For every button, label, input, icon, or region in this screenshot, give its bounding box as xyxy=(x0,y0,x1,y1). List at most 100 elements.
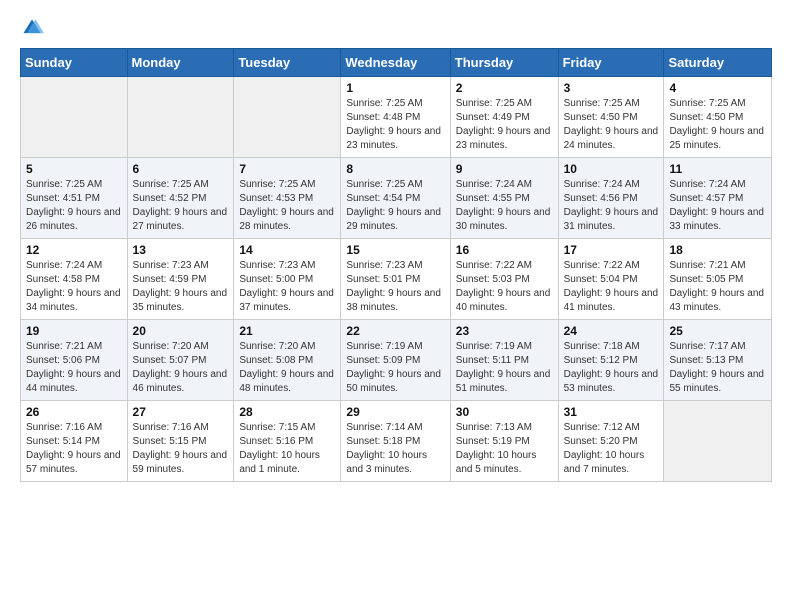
day-info: Sunrise: 7:22 AM Sunset: 5:04 PM Dayligh… xyxy=(564,259,659,315)
day-info: Sunrise: 7:25 AM Sunset: 4:54 PM Dayligh… xyxy=(346,178,444,234)
calendar-cell: 2 Sunrise: 7:25 AM Sunset: 4:49 PM Daylig… xyxy=(450,77,558,158)
week-row-4: 19 Sunrise: 7:21 AM Sunset: 5:06 PM Dayli… xyxy=(21,320,772,401)
day-info: Sunrise: 7:22 AM Sunset: 5:03 PM Dayligh… xyxy=(456,259,553,315)
calendar-cell: 4 Sunrise: 7:25 AM Sunset: 4:50 PM Daylig… xyxy=(664,77,772,158)
day-number: 8 xyxy=(346,162,444,176)
weekday-header-wednesday: Wednesday xyxy=(341,49,450,77)
weekday-header-sunday: Sunday xyxy=(21,49,128,77)
day-info: Sunrise: 7:25 AM Sunset: 4:49 PM Dayligh… xyxy=(456,97,553,153)
calendar-cell: 25 Sunrise: 7:17 AM Sunset: 5:13 PM Dayli… xyxy=(664,320,772,401)
day-info: Sunrise: 7:19 AM Sunset: 5:11 PM Dayligh… xyxy=(456,340,553,396)
weekday-header-thursday: Thursday xyxy=(450,49,558,77)
week-row-5: 26 Sunrise: 7:16 AM Sunset: 5:14 PM Dayli… xyxy=(21,401,772,482)
calendar-cell: 10 Sunrise: 7:24 AM Sunset: 4:56 PM Dayli… xyxy=(558,158,664,239)
day-number: 2 xyxy=(456,81,553,95)
day-number: 23 xyxy=(456,324,553,338)
calendar-cell: 22 Sunrise: 7:19 AM Sunset: 5:09 PM Dayli… xyxy=(341,320,450,401)
calendar-cell: 16 Sunrise: 7:22 AM Sunset: 5:03 PM Dayli… xyxy=(450,239,558,320)
day-info: Sunrise: 7:23 AM Sunset: 5:01 PM Dayligh… xyxy=(346,259,444,315)
day-info: Sunrise: 7:21 AM Sunset: 5:06 PM Dayligh… xyxy=(26,340,122,396)
day-info: Sunrise: 7:16 AM Sunset: 5:15 PM Dayligh… xyxy=(133,421,229,477)
day-info: Sunrise: 7:12 AM Sunset: 5:20 PM Dayligh… xyxy=(564,421,659,477)
logo-icon xyxy=(20,16,44,40)
weekday-header-monday: Monday xyxy=(127,49,234,77)
weekday-header-row: SundayMondayTuesdayWednesdayThursdayFrid… xyxy=(21,49,772,77)
calendar-cell: 8 Sunrise: 7:25 AM Sunset: 4:54 PM Daylig… xyxy=(341,158,450,239)
day-info: Sunrise: 7:19 AM Sunset: 5:09 PM Dayligh… xyxy=(346,340,444,396)
day-info: Sunrise: 7:24 AM Sunset: 4:56 PM Dayligh… xyxy=(564,178,659,234)
calendar-cell: 7 Sunrise: 7:25 AM Sunset: 4:53 PM Daylig… xyxy=(234,158,341,239)
calendar-cell: 17 Sunrise: 7:22 AM Sunset: 5:04 PM Dayli… xyxy=(558,239,664,320)
calendar-cell: 19 Sunrise: 7:21 AM Sunset: 5:06 PM Dayli… xyxy=(21,320,128,401)
day-info: Sunrise: 7:25 AM Sunset: 4:50 PM Dayligh… xyxy=(564,97,659,153)
week-row-3: 12 Sunrise: 7:24 AM Sunset: 4:58 PM Dayli… xyxy=(21,239,772,320)
day-number: 19 xyxy=(26,324,122,338)
day-number: 4 xyxy=(669,81,766,95)
header xyxy=(20,16,772,40)
day-number: 22 xyxy=(346,324,444,338)
calendar-cell: 15 Sunrise: 7:23 AM Sunset: 5:01 PM Dayli… xyxy=(341,239,450,320)
calendar-cell xyxy=(234,77,341,158)
day-number: 12 xyxy=(26,243,122,257)
day-info: Sunrise: 7:24 AM Sunset: 4:58 PM Dayligh… xyxy=(26,259,122,315)
day-info: Sunrise: 7:14 AM Sunset: 5:18 PM Dayligh… xyxy=(346,421,444,477)
day-number: 27 xyxy=(133,405,229,419)
calendar-cell: 9 Sunrise: 7:24 AM Sunset: 4:55 PM Daylig… xyxy=(450,158,558,239)
calendar-cell: 11Sunrise: 7:24 AM Sunset: 4:57 PM Dayli… xyxy=(664,158,772,239)
day-info: Sunrise: 7:21 AM Sunset: 5:05 PM Dayligh… xyxy=(669,259,766,315)
day-info: Sunrise: 7:20 AM Sunset: 5:08 PM Dayligh… xyxy=(239,340,335,396)
day-number: 11 xyxy=(669,162,766,176)
day-number: 14 xyxy=(239,243,335,257)
day-number: 16 xyxy=(456,243,553,257)
weekday-header-tuesday: Tuesday xyxy=(234,49,341,77)
calendar-cell: 6Sunrise: 7:25 AM Sunset: 4:52 PM Daylig… xyxy=(127,158,234,239)
day-number: 28 xyxy=(239,405,335,419)
calendar-cell: 26 Sunrise: 7:16 AM Sunset: 5:14 PM Dayli… xyxy=(21,401,128,482)
day-info: Sunrise: 7:20 AM Sunset: 5:07 PM Dayligh… xyxy=(133,340,229,396)
day-number: 29 xyxy=(346,405,444,419)
day-number: 25 xyxy=(669,324,766,338)
page: SundayMondayTuesdayWednesdayThursdayFrid… xyxy=(0,0,792,492)
day-info: Sunrise: 7:25 AM Sunset: 4:50 PM Dayligh… xyxy=(669,97,766,153)
day-info: Sunrise: 7:15 AM Sunset: 5:16 PM Dayligh… xyxy=(239,421,335,477)
day-info: Sunrise: 7:25 AM Sunset: 4:53 PM Dayligh… xyxy=(239,178,335,234)
week-row-2: 5 Sunrise: 7:25 AM Sunset: 4:51 PM Daylig… xyxy=(21,158,772,239)
day-number: 17 xyxy=(564,243,659,257)
day-info: Sunrise: 7:23 AM Sunset: 4:59 PM Dayligh… xyxy=(133,259,229,315)
day-number: 24 xyxy=(564,324,659,338)
weekday-header-friday: Friday xyxy=(558,49,664,77)
day-info: Sunrise: 7:24 AM Sunset: 4:55 PM Dayligh… xyxy=(456,178,553,234)
calendar-cell: 14 Sunrise: 7:23 AM Sunset: 5:00 PM Dayli… xyxy=(234,239,341,320)
day-info: Sunrise: 7:13 AM Sunset: 5:19 PM Dayligh… xyxy=(456,421,553,477)
day-number: 20 xyxy=(133,324,229,338)
weekday-header-saturday: Saturday xyxy=(664,49,772,77)
day-info: Sunrise: 7:23 AM Sunset: 5:00 PM Dayligh… xyxy=(239,259,335,315)
day-number: 7 xyxy=(239,162,335,176)
day-number: 6 xyxy=(133,162,229,176)
calendar-cell: 27 Sunrise: 7:16 AM Sunset: 5:15 PM Dayli… xyxy=(127,401,234,482)
day-number: 18 xyxy=(669,243,766,257)
day-number: 3 xyxy=(564,81,659,95)
day-number: 31 xyxy=(564,405,659,419)
day-number: 15 xyxy=(346,243,444,257)
logo xyxy=(20,16,48,40)
day-number: 26 xyxy=(26,405,122,419)
day-number: 10 xyxy=(564,162,659,176)
day-info: Sunrise: 7:25 AM Sunset: 4:48 PM Dayligh… xyxy=(346,97,444,153)
calendar: SundayMondayTuesdayWednesdayThursdayFrid… xyxy=(20,48,772,482)
day-number: 30 xyxy=(456,405,553,419)
day-number: 5 xyxy=(26,162,122,176)
calendar-cell: 24 Sunrise: 7:18 AM Sunset: 5:12 PM Dayli… xyxy=(558,320,664,401)
day-number: 9 xyxy=(456,162,553,176)
calendar-cell: 30 Sunrise: 7:13 AM Sunset: 5:19 PM Dayli… xyxy=(450,401,558,482)
day-info: Sunrise: 7:16 AM Sunset: 5:14 PM Dayligh… xyxy=(26,421,122,477)
day-info: Sunrise: 7:25 AM Sunset: 4:51 PM Dayligh… xyxy=(26,178,122,234)
day-info: Sunrise: 7:17 AM Sunset: 5:13 PM Dayligh… xyxy=(669,340,766,396)
day-info: Sunrise: 7:18 AM Sunset: 5:12 PM Dayligh… xyxy=(564,340,659,396)
calendar-cell: 18 Sunrise: 7:21 AM Sunset: 5:05 PM Dayli… xyxy=(664,239,772,320)
calendar-cell xyxy=(21,77,128,158)
day-number: 21 xyxy=(239,324,335,338)
calendar-cell: 5 Sunrise: 7:25 AM Sunset: 4:51 PM Daylig… xyxy=(21,158,128,239)
calendar-cell: 29 Sunrise: 7:14 AM Sunset: 5:18 PM Dayli… xyxy=(341,401,450,482)
calendar-cell: 23 Sunrise: 7:19 AM Sunset: 5:11 PM Dayli… xyxy=(450,320,558,401)
